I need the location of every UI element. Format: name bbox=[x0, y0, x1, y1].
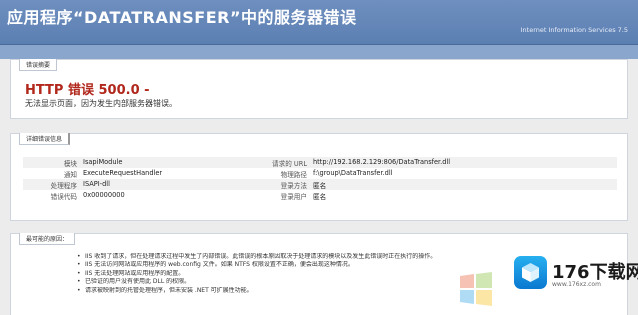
detail-request-url: 请求的 URL http://192.168.2.129:806/DataTra… bbox=[272, 158, 451, 169]
detail-key: 通知 bbox=[63, 171, 77, 179]
server-name: Internet Information Services 7.5 bbox=[520, 26, 628, 34]
list-item: IIS 收到了请求，但在处理请求过程中发生了内部错误。此错误的根本原因取决于处理… bbox=[77, 253, 517, 261]
detail-key: 登录方法 bbox=[280, 182, 307, 190]
detail-logon-user: 登录用户 匿名 bbox=[281, 191, 327, 202]
detail-module: 模块 IsapiModule bbox=[64, 158, 123, 169]
error-page-header: 应用程序“DATATRANSFER”中的服务器错误 Internet Infor… bbox=[0, 0, 638, 45]
error-summary-tab: 错误摘要 bbox=[19, 59, 58, 71]
detail-physical-path: 物理路径 f:\group\DataTransfer.dll bbox=[281, 169, 393, 180]
detail-key: 物理路径 bbox=[280, 171, 307, 179]
site-watermark: 176下载网 www.176xz.com bbox=[512, 250, 638, 310]
likely-causes-tab: 最可能的原因： bbox=[19, 233, 76, 245]
detail-key: 请求的 URL bbox=[272, 160, 307, 168]
detail-notification: 通知 ExecuteRequestHandler bbox=[64, 169, 163, 180]
list-item: 请求被映射到的托管处理程序，但未安装 .NET 可扩展性功能。 bbox=[77, 287, 517, 295]
detail-value: ISAPI-dll bbox=[83, 180, 110, 188]
error-heading: HTTP 错误 500.0 - bbox=[25, 83, 150, 98]
header-subbar bbox=[0, 45, 638, 59]
list-item: IIS 无法处理网站或应用程序的配置。 bbox=[77, 270, 517, 278]
detail-value: 匿名 bbox=[313, 193, 327, 201]
error-summary-panel: 错误摘要 HTTP 错误 500.0 - 无法显示页面，因为发生内部服务器错误。 bbox=[10, 59, 628, 119]
error-details-panel: 详细错误信息 模块 IsapiModule 通知 ExecuteRequestH… bbox=[10, 133, 628, 221]
detail-key: 模块 bbox=[63, 160, 77, 168]
error-details-tab: 详细错误信息 bbox=[19, 133, 71, 145]
detail-error-code: 错误代码 0x00000000 bbox=[51, 191, 125, 202]
error-description: 无法显示页面，因为发生内部服务器错误。 bbox=[25, 99, 177, 108]
list-item: 已验证的用户没有使用此 DLL 的权限。 bbox=[77, 278, 517, 286]
detail-value: 匿名 bbox=[313, 182, 327, 190]
detail-value: IsapiModule bbox=[83, 158, 123, 166]
detail-key: 错误代码 bbox=[50, 193, 77, 201]
brand-cube-icon bbox=[514, 256, 547, 289]
detail-logon-method: 登录方法 匿名 bbox=[281, 180, 327, 191]
detail-value: f:\group\DataTransfer.dll bbox=[313, 169, 393, 177]
detail-handler: 处理程序 ISAPI-dll bbox=[51, 180, 110, 191]
list-item: IIS 无法访问网站或应用程序的 web.config 文件。如果 NTFS 权… bbox=[77, 261, 517, 269]
brand-url: www.176xz.com bbox=[552, 281, 601, 288]
detail-value: http://192.168.2.129:806/DataTransfer.dl… bbox=[313, 158, 451, 166]
detail-key: 处理程序 bbox=[50, 182, 77, 190]
detail-value: ExecuteRequestHandler bbox=[83, 169, 163, 177]
windows-logo-icon bbox=[460, 272, 492, 306]
detail-key: 登录用户 bbox=[280, 193, 307, 201]
likely-causes-list: IIS 收到了请求，但在处理请求过程中发生了内部错误。此错误的根本原因取决于处理… bbox=[77, 253, 517, 295]
page-title: 应用程序“DATATRANSFER”中的服务器错误 bbox=[7, 8, 357, 27]
detail-value: 0x00000000 bbox=[83, 191, 125, 199]
